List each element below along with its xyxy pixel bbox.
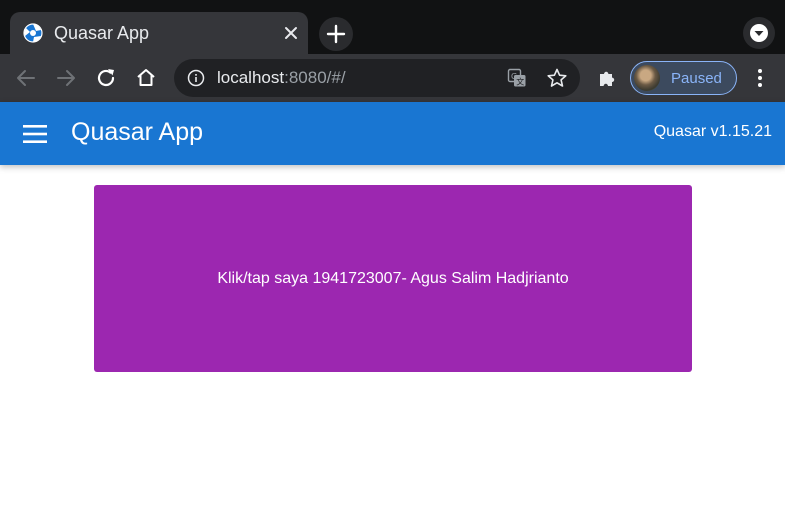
url-text[interactable]: localhost:8080/#/ [217,68,346,88]
version-label: Quasar v1.15.21 [653,123,772,140]
tab-search-button[interactable] [743,17,775,49]
close-icon[interactable] [282,24,300,42]
info-icon[interactable] [187,69,205,87]
profile-status: Paused [671,70,722,87]
translate-icon[interactable]: G 文 [507,68,527,88]
quasar-favicon-icon [23,23,43,43]
reload-icon[interactable] [93,65,119,91]
chevron-down-icon [750,24,768,42]
tab-title: Quasar App [54,23,150,43]
back-arrow-icon[interactable] [13,65,39,91]
click-card[interactable]: Klik/tap saya 1941723007- Agus Salim Had… [94,185,692,372]
tab-strip: Quasar App [0,0,785,54]
menu-icon[interactable] [22,121,48,147]
more-vert-icon[interactable] [750,67,770,89]
profile-button[interactable]: Paused [630,61,737,95]
app-header: Quasar App Quasar v1.15.21 [0,102,785,165]
puzzle-icon[interactable] [596,67,618,89]
plus-icon [326,24,346,44]
star-icon[interactable] [546,67,568,89]
browser-tab[interactable]: Quasar App [10,12,308,54]
avatar [634,65,660,91]
home-icon[interactable] [133,65,159,91]
address-bar[interactable]: localhost:8080/#/ G 文 [174,59,580,97]
forward-arrow-icon[interactable] [53,65,79,91]
page-title: Quasar App [71,118,204,146]
browser-toolbar: localhost:8080/#/ G 文 Paused [0,54,785,102]
card-label: Klik/tap saya 1941723007- Agus Salim Had… [217,269,569,287]
new-tab-button[interactable] [319,17,353,51]
svg-text:文: 文 [516,76,524,86]
